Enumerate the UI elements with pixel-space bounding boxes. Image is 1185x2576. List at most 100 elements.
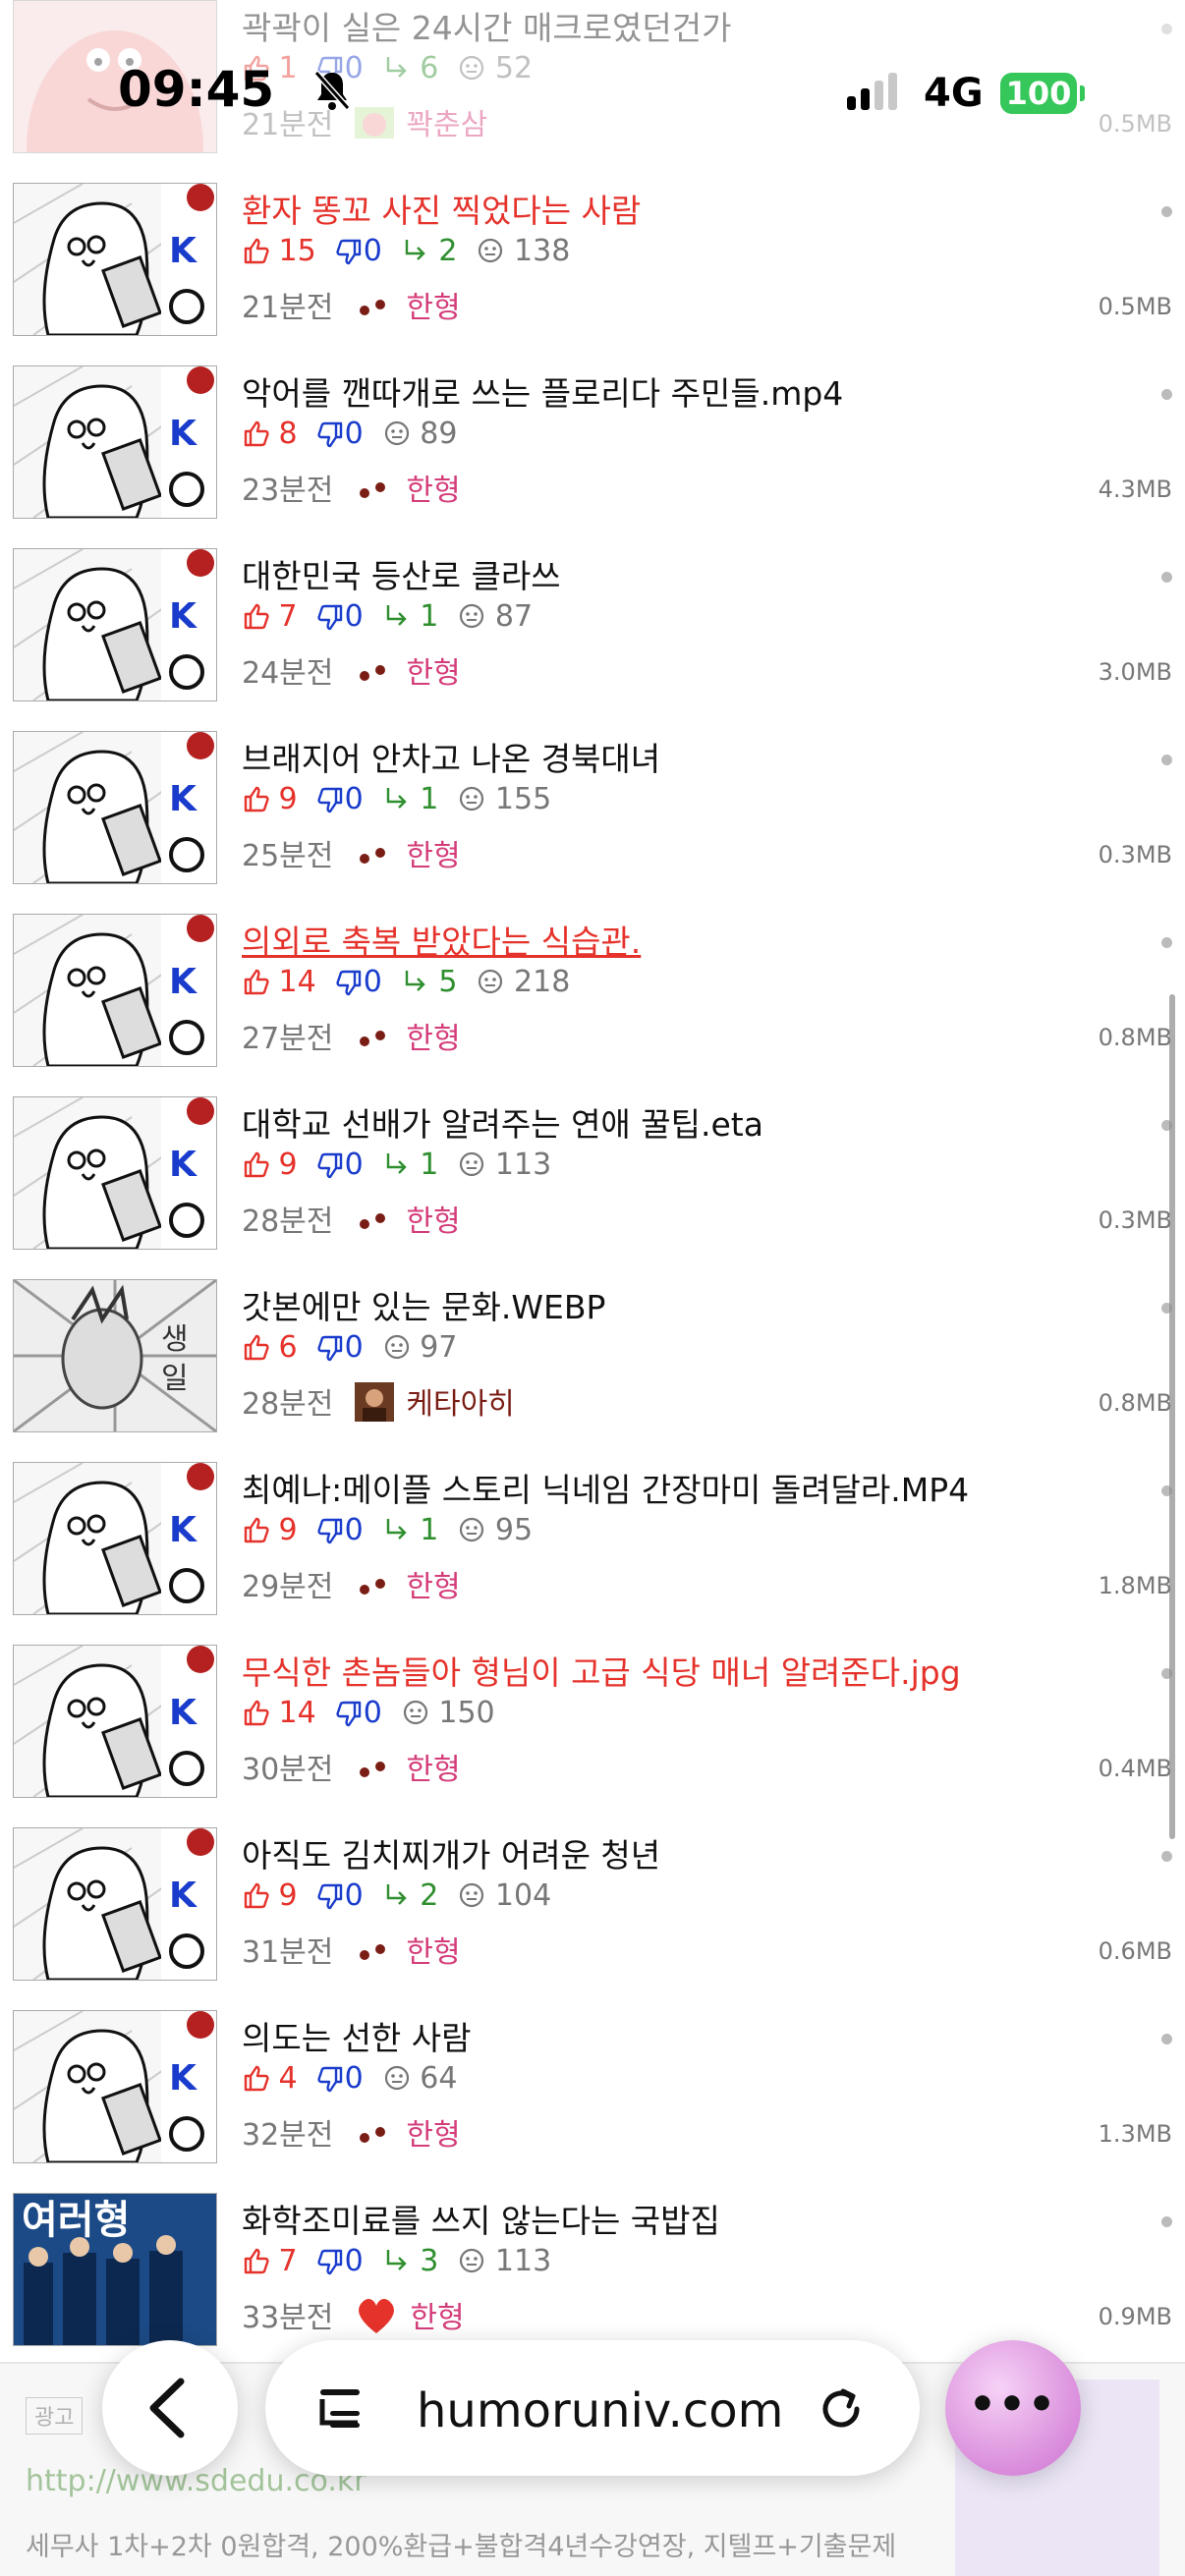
author-nickname[interactable]: 한형 <box>406 291 460 325</box>
url-text: humoruniv.com <box>417 2383 784 2438</box>
more-dot-icon[interactable] <box>1161 755 1172 765</box>
author-nickname[interactable]: 한형 <box>406 474 460 508</box>
post-title[interactable]: 아직도 김치찌개가 어려운 청년 <box>242 1829 660 1876</box>
address-bar[interactable]: humoruniv.com <box>265 2340 920 2476</box>
list-item[interactable]: K 브래지어 안차고 나온 경북대녀 90 1 155 25분전 한형 0.3MB <box>0 717 1185 902</box>
scrollbar[interactable] <box>1169 994 1175 1839</box>
post-thumbnail[interactable]: K <box>13 731 217 884</box>
more-dot-icon[interactable] <box>1161 389 1172 400</box>
list-item[interactable]: K 무식한 촌놈들아 형님이 고급 식당 매너 알려준다.jpg 14 0 150 3… <box>0 1631 1185 1816</box>
post-thumbnail[interactable]: K <box>13 183 217 336</box>
view-count: 113 <box>458 2244 551 2278</box>
more-dot-icon[interactable] <box>1161 2034 1172 2044</box>
post-title[interactable]: 갓본에만 있는 문화.WEBP <box>242 1281 605 1328</box>
list-item[interactable]: K 최예나:메이플 스토리 닉네임 간장마미 돌려달라.MP4 90 1 95 29… <box>0 1448 1185 1633</box>
downvote-count: 0 <box>336 234 382 268</box>
post-title[interactable]: 의도는 선한 사람 <box>242 2012 472 2059</box>
reply-icon <box>383 1513 411 1547</box>
view-count: 218 <box>477 965 570 999</box>
post-thumbnail[interactable]: K <box>13 1096 217 1250</box>
upvote-count: 9 <box>242 1878 298 1913</box>
more-dot-icon[interactable] <box>1161 572 1172 583</box>
author-nickname[interactable]: 한형 <box>410 2301 464 2335</box>
list-item[interactable]: K 의외로 축복 받았다는 식습관. 14 0 5 218 27분전 한형 0.8MB <box>0 900 1185 1085</box>
file-size: 1.8MB <box>1098 1572 1172 1599</box>
downvote-count: 0 <box>336 1696 382 1730</box>
post-stats: 60 97 <box>242 1330 477 1365</box>
reply-icon <box>383 782 411 816</box>
view-icon <box>458 1878 485 1913</box>
list-item[interactable]: K 아직도 김치찌개가 어려운 청년 90 2 104 31분전 한형 0.6MB <box>0 1814 1185 1998</box>
post-title[interactable]: 환자 똥꼬 사진 찍었다는 사람 <box>242 185 641 232</box>
list-item[interactable]: K 대학교 선배가 알려주는 연애 꿀팁.eta 90 1 113 28분전 한형 0.… <box>0 1083 1185 1267</box>
view-count: 95 <box>458 1513 533 1547</box>
svg-text:K: K <box>169 1510 198 1550</box>
post-time: 25분전 <box>242 839 334 873</box>
view-count: 155 <box>458 782 551 816</box>
list-item[interactable]: K 대한민국 등산로 클라쓰 70 1 87 24분전 한형 3.0MB <box>0 534 1185 719</box>
svg-text:K: K <box>169 2058 198 2099</box>
view-icon <box>458 782 485 816</box>
post-title[interactable]: 대한민국 등산로 클라쓰 <box>242 550 561 597</box>
downvote-count: 0 <box>317 782 364 816</box>
list-item[interactable]: 생 일 갓본에만 있는 문화.WEBP 60 97 28분전 케타아히 0.8MB <box>0 1265 1185 1450</box>
file-size: 0.3MB <box>1098 1206 1172 1234</box>
thumb-down-icon <box>317 1148 345 1182</box>
author-nickname[interactable]: 케타아히 <box>406 1387 514 1422</box>
post-title[interactable]: 의외로 축복 받았다는 식습관. <box>242 916 641 963</box>
list-item[interactable]: 여러형 화학조미료를 쓰지 않는다는 국밥집 70 3 113 33분전 한형 0.9M… <box>0 2179 1185 2364</box>
post-thumbnail[interactable]: 여러형 <box>13 2193 217 2346</box>
reply-icon <box>383 599 411 634</box>
upvote-count: 6 <box>242 1330 298 1365</box>
author-nickname[interactable]: 한형 <box>406 1204 460 1239</box>
post-thumbnail[interactable]: K <box>13 1827 217 1981</box>
thumb-down-icon <box>317 782 345 816</box>
author-nickname[interactable]: 한형 <box>406 1022 460 1056</box>
post-title[interactable]: 화학조미료를 쓰지 않는다는 국밥집 <box>242 2195 720 2242</box>
more-dot-icon[interactable] <box>1161 1851 1172 1862</box>
battery-icon: 100 <box>1000 73 1085 114</box>
post-thumbnail[interactable]: K <box>13 548 217 701</box>
view-icon <box>458 1148 485 1182</box>
author-nickname[interactable]: 한형 <box>406 656 460 691</box>
list-item[interactable]: K 악어를 깬따개로 쓰는 플로리다 주민들.mp4 80 89 23분전 한형 4.3… <box>0 352 1185 536</box>
more-dots-icon: ••• <box>968 2380 1058 2430</box>
author-nickname[interactable]: 한형 <box>406 2118 460 2153</box>
view-icon <box>383 417 411 451</box>
list-item[interactable]: K 환자 똥꼬 사진 찍었다는 사람 15 0 2 138 21분전 한형 0.5MB <box>0 169 1185 354</box>
post-time: 23분전 <box>242 474 334 508</box>
post-title[interactable]: 무식한 촌놈들아 형님이 고급 식당 매너 알려준다.jpg <box>242 1647 961 1694</box>
post-title[interactable]: 최예나:메이플 스토리 닉네임 간장마미 돌려달라.MP4 <box>242 1464 969 1511</box>
list-item[interactable]: K 의도는 선한 사람 40 64 32분전 한형 1.3MB <box>0 1996 1185 2181</box>
more-dot-icon[interactable] <box>1161 2216 1172 2227</box>
post-title[interactable]: 대학교 선배가 알려주는 연애 꿀팁.eta <box>242 1098 763 1146</box>
post-thumbnail[interactable]: K <box>13 2010 217 2163</box>
author-nickname[interactable]: 한형 <box>406 839 460 873</box>
post-title[interactable]: 브래지어 안차고 나온 경북대녀 <box>242 733 660 780</box>
thumb-up-icon <box>242 599 269 634</box>
post-thumbnail[interactable]: K <box>13 1462 217 1615</box>
downvote-count: 0 <box>317 599 364 634</box>
thumb-up-icon <box>242 234 269 268</box>
author-nickname[interactable]: 한형 <box>406 1935 460 1970</box>
more-dot-icon[interactable] <box>1161 206 1172 217</box>
post-title[interactable]: 악어를 깬따개로 쓰는 플로리다 주민들.mp4 <box>242 367 843 415</box>
downvote-count: 0 <box>317 2244 364 2278</box>
thumb-up-icon <box>242 2061 269 2096</box>
view-count: 87 <box>458 599 533 634</box>
more-dot-icon[interactable] <box>1161 937 1172 948</box>
user-avatar <box>355 475 394 509</box>
more-menu-button[interactable]: ••• <box>945 2340 1081 2476</box>
post-thumbnail[interactable]: K <box>13 1645 217 1798</box>
reader-icon[interactable] <box>312 2381 367 2436</box>
file-size: 4.3MB <box>1098 476 1172 503</box>
back-button[interactable] <box>102 2340 238 2476</box>
user-avatar <box>355 1754 394 1788</box>
thumb-up-icon <box>242 1330 269 1365</box>
author-nickname[interactable]: 한형 <box>406 1753 460 1787</box>
author-nickname[interactable]: 한형 <box>406 1570 460 1604</box>
post-thumbnail[interactable]: 생일 <box>13 1279 217 1432</box>
post-thumbnail[interactable]: K <box>13 365 217 519</box>
reload-icon[interactable] <box>814 2381 869 2436</box>
post-thumbnail[interactable]: K <box>13 914 217 1067</box>
